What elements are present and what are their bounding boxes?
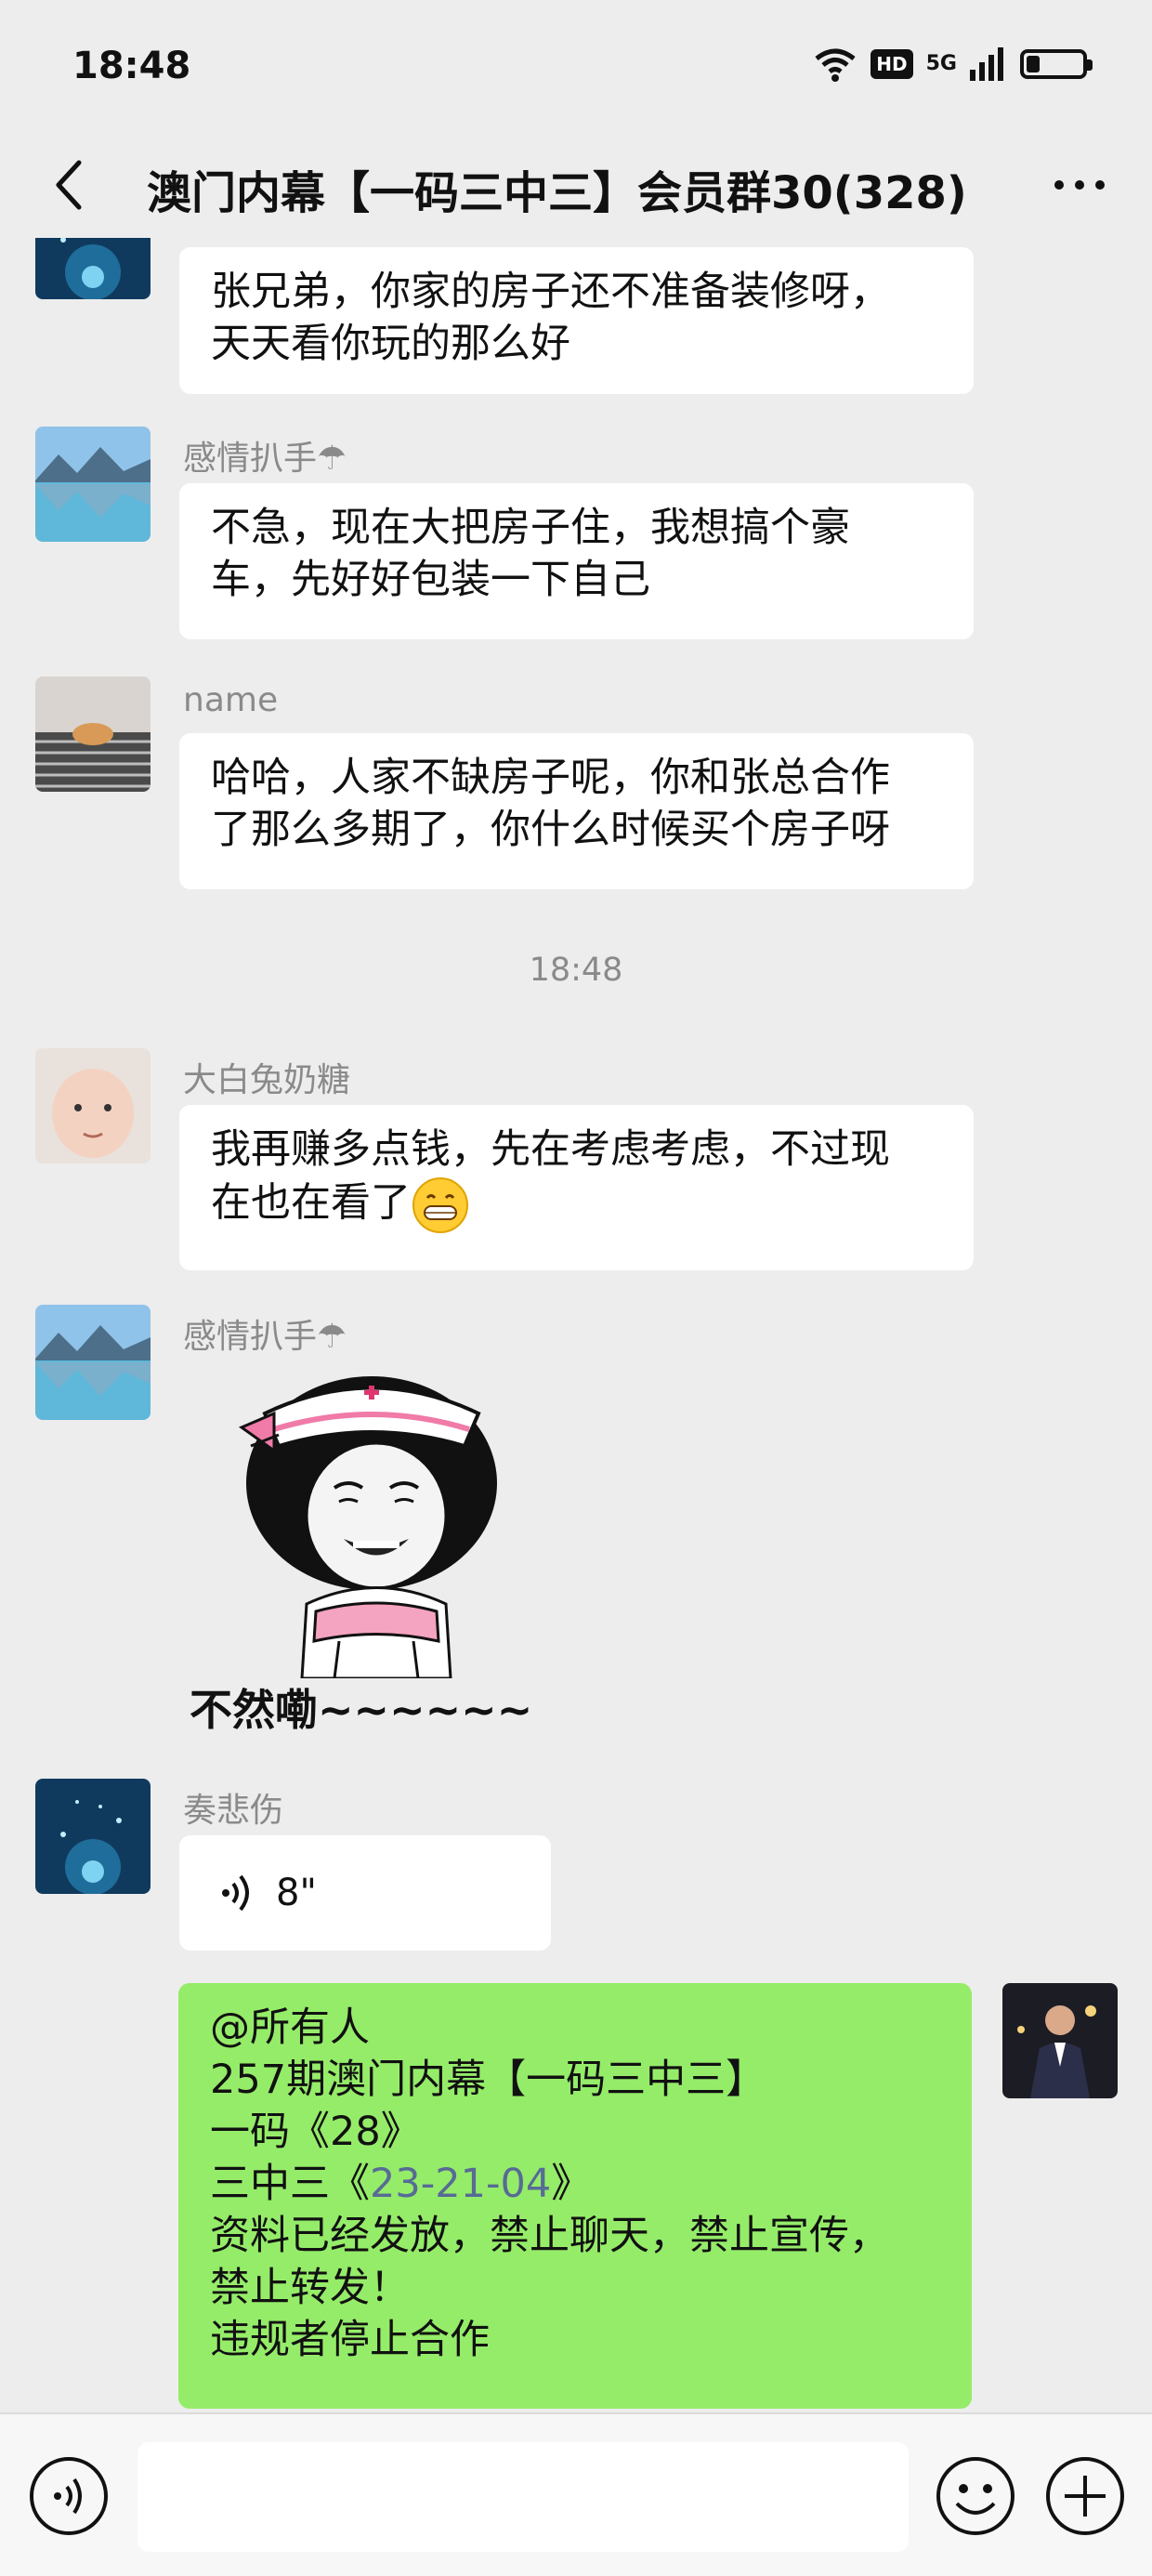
voice-message-bubble[interactable]: 8" [179, 1835, 551, 1951]
message-text-line: 我再赚多点钱，先在考虑考虑，不过现 [211, 1126, 890, 1173]
number-link[interactable]: 23-21-04 [370, 2161, 551, 2207]
voice-wave-icon [222, 1874, 249, 1912]
more-icon [1054, 180, 1105, 190]
hd-badge: HD [871, 49, 913, 79]
message-text: 在也在看了 [211, 1179, 411, 1227]
water-drops-avatar-image [35, 238, 151, 299]
sticker-caption: 不然嘞~~~~~~ [190, 1685, 533, 1735]
status-icons: HD 5G [813, 41, 1093, 87]
message-text-line: 哈哈，人家不缺房子呢，你和张总合作 [211, 755, 890, 801]
message-bubble[interactable]: 我再赚多点钱，先在考虑考虑，不过现 在也在看了 [179, 1105, 974, 1270]
water-drops-avatar-image [35, 1779, 151, 1894]
my-message-bubble[interactable]: @所有人 257期澳门内幕【一码三中三】 一码《28》 三中三《23-21-04… [178, 1983, 972, 2409]
message-input[interactable] [137, 2442, 909, 2552]
message-text-line: 车，先好好包装一下自己 [211, 557, 650, 603]
sticker-message[interactable]: 不然嘞~~~~~~ [186, 1362, 576, 1753]
message-text-line: 在也在看了 [211, 1176, 942, 1235]
message-text-line: @所有人 [210, 2004, 370, 2051]
avatar[interactable] [35, 1779, 151, 1894]
avatar[interactable] [35, 677, 151, 792]
input-bar [0, 2412, 1152, 2576]
network-label: 5G [925, 52, 957, 75]
chat-title: 澳门内幕【一码三中三】会员群30(328) [147, 167, 967, 219]
man-in-suit-avatar-image [1002, 1983, 1118, 2098]
avatar[interactable] [35, 238, 151, 299]
avatar[interactable] [35, 1305, 151, 1420]
more-options-button[interactable] [1033, 143, 1126, 227]
status-time: 18:48 [72, 45, 191, 87]
message-text-line: 张兄弟，你家的房子还不准备装修呀， [211, 269, 890, 315]
battery-icon [1020, 49, 1093, 79]
avatar[interactable] [35, 1048, 151, 1163]
chat-area[interactable]: 张兄弟，你家的房子还不准备装修呀， 天天看你玩的那么好 感情扒手☂ 不急，现在大… [0, 238, 1152, 2412]
wifi-icon [815, 48, 856, 82]
message-text-line: 不急，现在大把房子住，我想搞个豪 [211, 505, 850, 551]
battery-level [1027, 56, 1041, 72]
message-text-line: 一码《28》 [210, 2109, 421, 2155]
sender-name: 大白兔奶糖 [183, 1061, 351, 1099]
message-text: 》 [551, 2161, 592, 2207]
message-text-line: 三中三《23-21-04》 [210, 2158, 940, 2210]
grinning-emoji-icon [412, 1177, 468, 1233]
voice-duration: 8" [276, 1872, 317, 1914]
status-bar: 18:48 HD 5G [0, 0, 1152, 130]
voice-input-icon[interactable] [28, 2455, 110, 2537]
mountain-lake-avatar-image [35, 427, 151, 542]
message-text-line: 天天看你玩的那么好 [211, 321, 570, 367]
mountain-lake-avatar-image [35, 1305, 151, 1420]
sender-name: name [183, 681, 279, 719]
sender-name: 奏悲伤 [183, 1792, 284, 1830]
emoji-icon[interactable] [935, 2455, 1016, 2537]
message-text-line: 资料已经发放，禁止聊天，禁止宣传， [210, 2213, 889, 2259]
message-text-line: 257期澳门内幕【一码三中三】 [210, 2057, 766, 2103]
signal-icon [970, 47, 1003, 81]
sender-name: 感情扒手☂ [183, 440, 347, 478]
message-text-line: 违规者停止合作 [210, 2317, 490, 2363]
my-avatar[interactable] [1002, 1983, 1118, 2098]
message-bubble[interactable]: 哈哈，人家不缺房子呢，你和张总合作 了那么多期了，你什么时候买个房子呀 [179, 733, 974, 889]
message-bubble[interactable]: 张兄弟，你家的房子还不准备装修呀， 天天看你玩的那么好 [179, 247, 974, 394]
title-bar: 澳门内幕【一码三中三】会员群30(328) [0, 130, 1152, 238]
nurse-meme-sticker-image [238, 1376, 497, 1680]
chevron-left-icon [56, 160, 82, 210]
message-bubble[interactable]: 不急，现在大把房子住，我想搞个豪 车，先好好包装一下自己 [179, 483, 974, 639]
timestamp: 18:48 [529, 952, 623, 989]
message-text-line: 禁止转发！ [210, 2265, 410, 2311]
message-text-line: 了那么多期了，你什么时候买个房子呀 [211, 807, 890, 853]
baby-avatar-image [35, 1048, 151, 1163]
back-button[interactable] [28, 143, 111, 227]
avatar[interactable] [35, 427, 151, 542]
sender-name: 感情扒手☂ [183, 1318, 347, 1356]
dog-blanket-avatar-image [35, 677, 151, 792]
message-text: 三中三《 [210, 2161, 370, 2207]
plus-icon[interactable] [1044, 2455, 1126, 2537]
